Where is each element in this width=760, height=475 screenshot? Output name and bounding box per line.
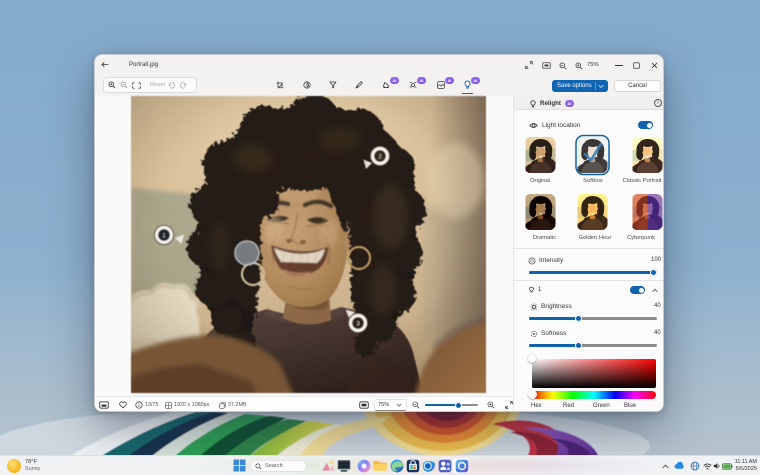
svg-text:2: 2 [378,154,382,161]
svg-text:3: 3 [356,321,360,328]
svg-text:1: 1 [162,233,166,240]
